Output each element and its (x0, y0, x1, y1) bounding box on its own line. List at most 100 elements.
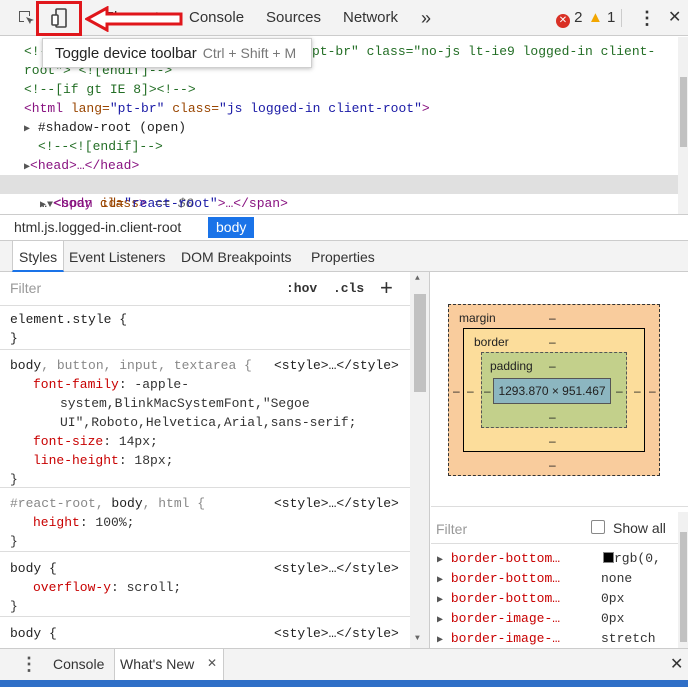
margin-left-value[interactable]: – (453, 384, 460, 398)
breadcrumb-html[interactable]: html.js.logged-in.client-root (6, 217, 189, 238)
expand-triangle-icon[interactable]: ▶ (437, 635, 443, 646)
drawer-menu-icon[interactable]: ⋮ (20, 654, 38, 675)
tab-properties[interactable]: Properties (305, 241, 381, 272)
hov-toggle[interactable]: :hov (286, 281, 317, 296)
box-model-content[interactable]: 1293.870 × 951.467 (493, 378, 611, 404)
border-bottom-value[interactable]: – (549, 434, 556, 448)
toolbar-divider (621, 9, 622, 27)
computed-row[interactable]: ▶ border-bottom… (437, 589, 560, 609)
rule-selector[interactable]: element.style { (10, 310, 127, 329)
breadcrumb-body[interactable]: body (208, 217, 255, 238)
drawer-tabbar: ⋮ Console What's New ✕ ✕ (0, 648, 688, 681)
computed-scrollbar[interactable] (678, 512, 688, 648)
close-tab-icon[interactable]: ✕ (207, 656, 217, 670)
tab-console[interactable]: Console (189, 0, 244, 36)
computed-row[interactable]: ▶ border-image-… (437, 609, 560, 629)
expand-triangle-icon[interactable]: ▶ (437, 555, 443, 566)
close-devtools-icon[interactable]: ✕ (668, 0, 681, 36)
tree-line-html[interactable]: <html lang="pt-br" class="js logged-in c… (24, 99, 430, 118)
computed-row[interactable]: ▶ border-image-… (437, 629, 560, 649)
expand-triangle-icon[interactable]: ▶ (437, 595, 443, 606)
expand-triangle-icon[interactable]: ▶ (437, 575, 443, 586)
rule-source-link[interactable]: <style>…</style> (274, 356, 399, 375)
rule-selector[interactable]: body { (10, 624, 57, 643)
padding-bottom-value[interactable]: – (549, 410, 556, 424)
margin-label: margin (459, 311, 496, 325)
rule-selector[interactable]: #react-root, body, html { (10, 494, 205, 513)
expand-triangle-icon[interactable]: ▶ (40, 200, 46, 211)
new-style-rule-button[interactable]: + (380, 275, 393, 301)
prop-font-family-cont2: UI",Roboto,Helvetica,Arial,sans-serif; (60, 415, 357, 430)
prop-font-family-cont1: system,BlinkMacSystemFont,"Segoe (60, 396, 310, 411)
color-swatch[interactable] (603, 552, 614, 563)
devtools-toolbar: Elements Console Sources Network » ✕ 2 ▲… (0, 0, 688, 36)
more-tabs-button[interactable]: » (421, 0, 431, 36)
tree-line-shadow-root[interactable]: ▶ #shadow-root (open) (24, 118, 186, 137)
show-all-checkbox[interactable] (591, 520, 605, 534)
border-left-value[interactable]: – (467, 384, 474, 398)
prop-overflow-y[interactable]: overflow-y: scroll; (33, 578, 181, 597)
prop-font-size[interactable]: font-size: 14px; (33, 432, 158, 451)
expand-triangle-icon[interactable]: ▶ (24, 124, 30, 135)
computed-row[interactable]: ▶ border-bottom… (437, 549, 560, 569)
computed-value: stretch (601, 631, 656, 646)
padding-top-value[interactable]: – (549, 359, 556, 373)
border-top-value[interactable]: – (549, 335, 556, 349)
scroll-down-icon[interactable]: ▼ (415, 634, 420, 643)
tab-network[interactable]: Network (343, 0, 398, 36)
padding-right-value[interactable]: – (616, 384, 623, 398)
rule-selector[interactable]: body { (10, 559, 57, 578)
scroll-up-icon[interactable]: ▲ (415, 274, 420, 283)
drawer-tab-console[interactable]: Console (53, 656, 104, 672)
margin-top-value[interactable]: – (549, 311, 556, 325)
computed-value: rgb(0, (603, 549, 661, 569)
prop-line-height[interactable]: line-height: 18px; (33, 451, 173, 470)
computed-row[interactable]: ▶ border-bottom… (437, 569, 560, 589)
divider (431, 506, 688, 507)
rule-body-font: body, button, input, textarea { <style>…… (0, 350, 410, 488)
rule-selector[interactable]: body, button, input, textarea { (10, 356, 252, 375)
close-drawer-icon[interactable]: ✕ (670, 654, 683, 674)
warning-counter[interactable]: ▲ 1 (588, 0, 615, 36)
kebab-menu-icon[interactable]: ⋮ (638, 0, 656, 36)
padding-left-value[interactable]: – (484, 384, 491, 398)
tree-line-body-selected[interactable]: …▼<body class> == $0 (0, 175, 678, 211)
computed-scrollbar-thumb[interactable] (680, 532, 687, 642)
red-arrow-annotation (83, 5, 185, 35)
margin-right-value[interactable]: – (649, 384, 656, 398)
warning-icon: ▲ (588, 9, 603, 26)
prop-height[interactable]: height: 100%; (33, 513, 134, 532)
tab-event-listeners[interactable]: Event Listeners (63, 241, 172, 272)
tab-sources[interactable]: Sources (266, 0, 321, 36)
drawer-tab-whats-new[interactable]: What's New ✕ (114, 649, 224, 681)
inspect-element-icon[interactable] (14, 6, 38, 30)
tab-styles[interactable]: Styles (12, 241, 65, 272)
tree-line-comment-1b: pt-br" class="no-js lt-ie9 logged-in cli… (312, 44, 656, 59)
border-right-value[interactable]: – (634, 384, 641, 398)
tree-line-comment-3[interactable]: <!--[if gt IE 8]><!--> (24, 80, 196, 99)
rule-source-link[interactable]: <style>…</style> (274, 494, 399, 513)
styles-scrollbar-thumb[interactable] (414, 294, 426, 392)
error-count: 2 (574, 9, 583, 26)
tree-line-head[interactable]: ▶<head>…</head> (24, 156, 139, 175)
rule-source-link[interactable]: <style>…</style> (274, 559, 399, 578)
computed-filter-input[interactable]: Filter (436, 521, 467, 537)
margin-bottom-value[interactable]: – (549, 458, 556, 472)
styles-filter-input[interactable]: Filter (10, 280, 41, 296)
error-counter[interactable]: ✕ 2 (556, 0, 583, 36)
expand-triangle-icon[interactable]: ▶ (437, 615, 443, 626)
cls-toggle[interactable]: .cls (333, 281, 364, 296)
tree-line-comment-4[interactable]: <!--<![endif]--> (38, 137, 163, 156)
styles-scrollbar[interactable]: ▲ ▼ (410, 272, 429, 648)
tab-dom-breakpoints[interactable]: DOM Breakpoints (175, 241, 297, 272)
tree-scrollbar[interactable] (678, 37, 688, 214)
tree-line-react-root[interactable]: ▶ <span id="react-root">…</span> (40, 194, 288, 213)
rule-source-link[interactable]: <style>…</style> (274, 624, 399, 643)
prop-font-family[interactable]: font-family: -apple- (33, 375, 189, 394)
rule-body-overflow: body { <style>…</style> overflow-y: scro… (0, 552, 410, 617)
styles-pane: Filter :hov .cls + element.style { } bod… (0, 272, 430, 648)
computed-value: none (601, 571, 633, 586)
drawer-tab-label: What's New (120, 656, 195, 672)
tree-scrollbar-thumb[interactable] (680, 77, 687, 147)
tooltip-label: Toggle device toolbar (55, 45, 197, 62)
